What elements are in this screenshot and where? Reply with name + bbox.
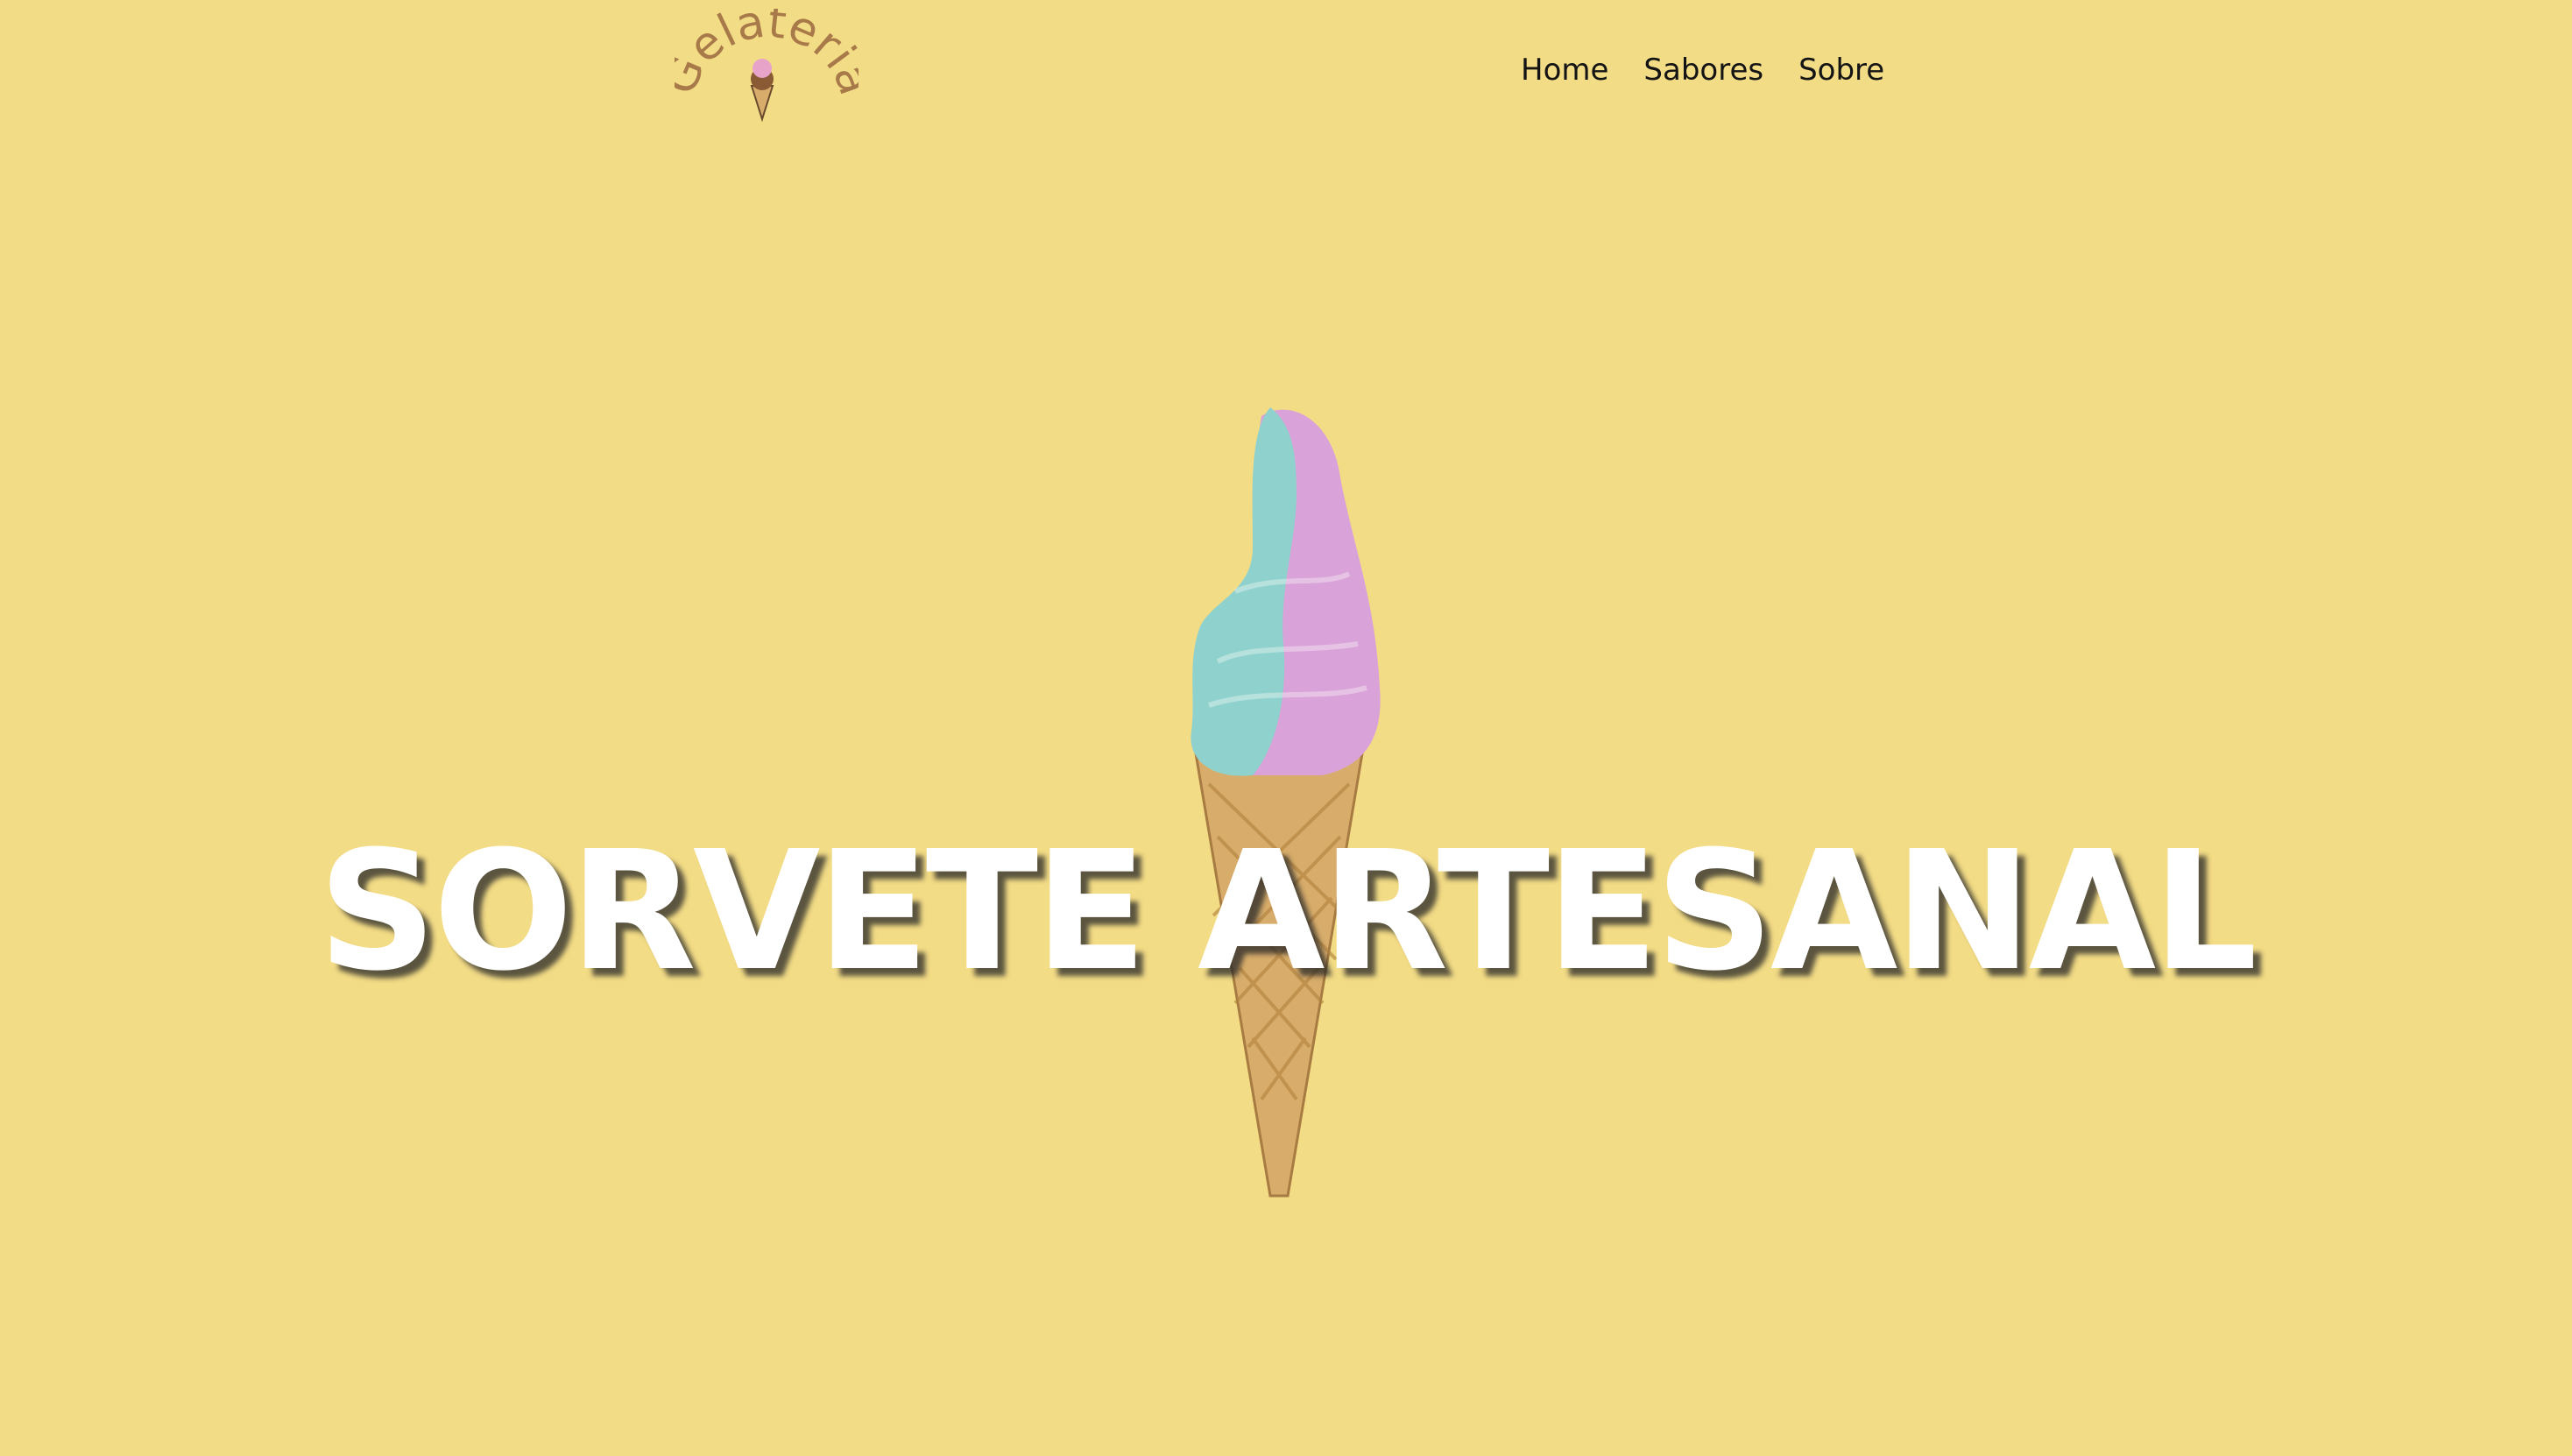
logo[interactable]: Gelateria [675,9,859,123]
page: Gelateria Home Sabores Sobre [0,0,2572,1456]
main-nav: Home Sabores Sobre [1521,49,1884,91]
hero-ice-cream-image [1191,407,1381,1198]
ice-cream-cone-icon [1148,399,1410,1200]
nav-home-link[interactable]: Home [1521,49,1608,91]
nav-sobre-link[interactable]: Sobre [1798,49,1884,91]
hero-title: SORVETE ARTESANAL [317,815,2258,1007]
logo-cone-icon [750,59,774,123]
nav-sabores-link[interactable]: Sabores [1643,49,1763,91]
logo-graphic: Gelateria [675,9,859,123]
